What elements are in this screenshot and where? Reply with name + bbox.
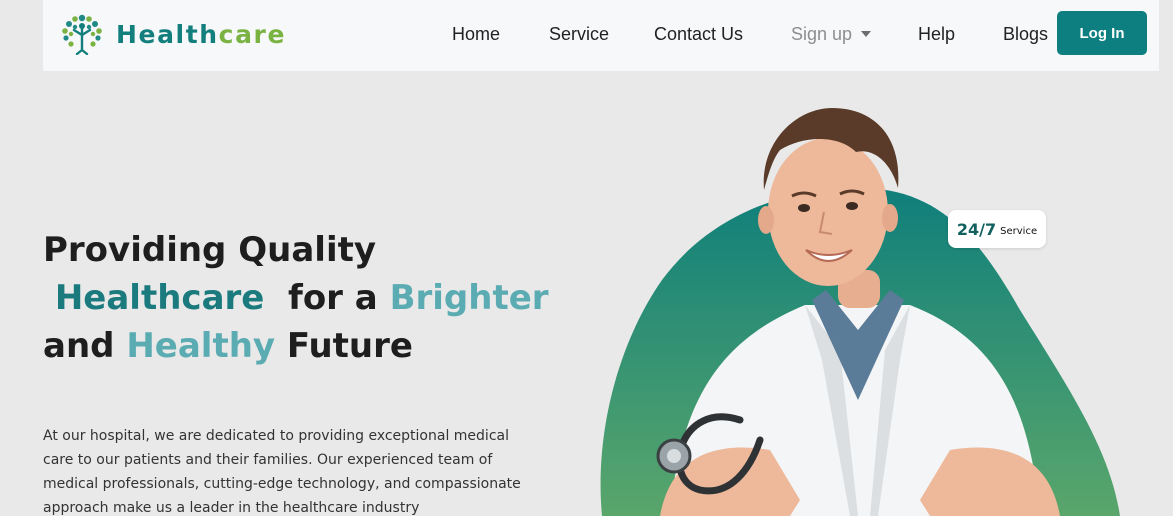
- badge-sub-text: Service: [1000, 226, 1038, 237]
- badge-main-text: 24/7: [956, 219, 997, 239]
- nav-home-link[interactable]: Home: [452, 24, 500, 45]
- brand-logo[interactable]: Healthcare: [60, 13, 286, 55]
- hero-heading: Providing Quality Healthcare for a Brigh…: [43, 230, 549, 366]
- navbar: Healthcare Home Service Contact Us Sign …: [43, 0, 1159, 71]
- nav-blogs-link[interactable]: Blogs: [1003, 24, 1048, 45]
- login-button[interactable]: Log In: [1057, 11, 1147, 55]
- brand-name: Healthcare: [116, 19, 287, 49]
- nav-contact-link[interactable]: Contact Us: [654, 24, 743, 45]
- doctor-hero-image: [600, 108, 1120, 516]
- caret-down-icon: [861, 30, 872, 37]
- nav-signup-dropdown[interactable]: Sign up: [791, 24, 872, 45]
- tree-person-logo-icon: [62, 14, 102, 55]
- nav-help-link[interactable]: Help: [918, 24, 955, 45]
- nav-service-link[interactable]: Service: [549, 24, 609, 45]
- signup-label: Sign up: [791, 24, 853, 44]
- hero-description: At our hospital, we are dedicated to pro…: [43, 428, 521, 516]
- service-247-badge: 24/7 Service: [948, 210, 1046, 248]
